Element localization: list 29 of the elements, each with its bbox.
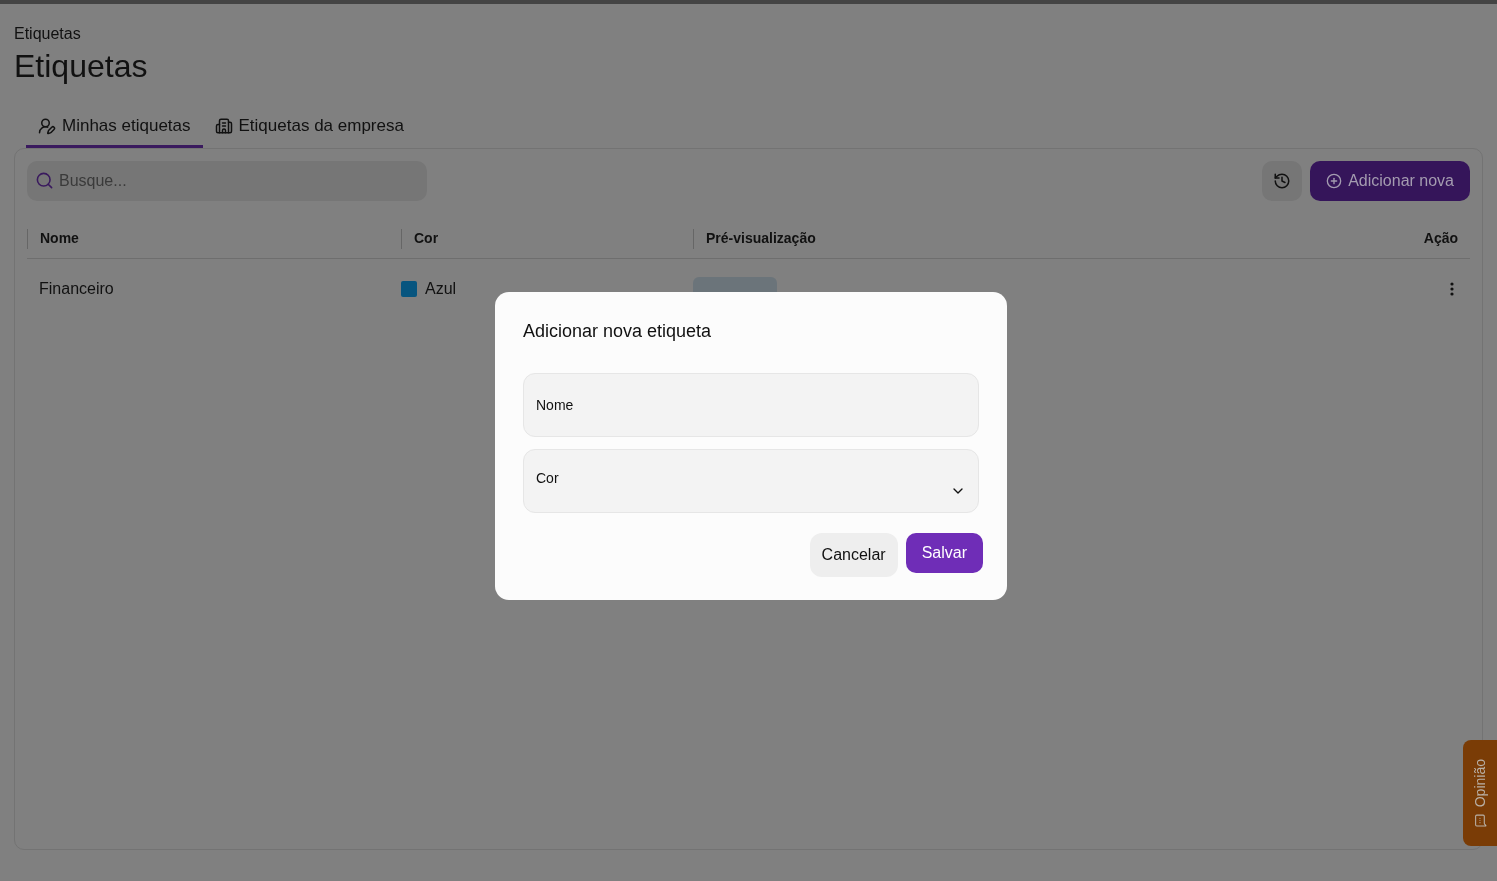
search-field[interactable]: Busque... — [27, 161, 427, 201]
select-field[interactable]: Cor — [523, 449, 979, 513]
column-header: Pré-visualização — [706, 229, 816, 248]
cancel-button[interactable]: Cancelar — [809, 533, 898, 577]
page-title: Etiquetas — [14, 47, 149, 86]
history-icon — [1273, 172, 1292, 190]
tab[interactable]: Etiquetas da empresa — [202, 106, 416, 148]
column-header: Nome — [40, 229, 79, 248]
search-icon — [35, 171, 54, 190]
feedback-icon — [1473, 813, 1487, 827]
more-button[interactable] — [1450, 282, 1454, 296]
field-label: Cor — [536, 468, 559, 488]
column-header: Ação — [1423, 229, 1458, 248]
add-button[interactable]: Adicionar nova — [1310, 161, 1470, 201]
save-button[interactable]: Salvar — [905, 533, 983, 573]
tab[interactable]: Minhas etiquetas — [26, 106, 203, 148]
user-icon — [38, 116, 56, 135]
dialog-title: Adicionar nova etiqueta — [523, 320, 713, 343]
field-label: Nome — [536, 395, 574, 415]
feedback-tab[interactable]: Opinião — [1463, 740, 1497, 846]
column-header: Cor — [414, 229, 439, 248]
plus-icon — [1326, 173, 1343, 189]
more-icon — [1450, 282, 1454, 296]
history-button[interactable] — [1262, 161, 1303, 201]
input-field[interactable]: Nome — [523, 373, 979, 437]
breadcrumb: Etiquetas — [14, 24, 82, 44]
building-icon — [214, 116, 233, 135]
table-cell-text: Azul — [425, 279, 457, 299]
table-cell: Financeiro — [39, 280, 114, 297]
